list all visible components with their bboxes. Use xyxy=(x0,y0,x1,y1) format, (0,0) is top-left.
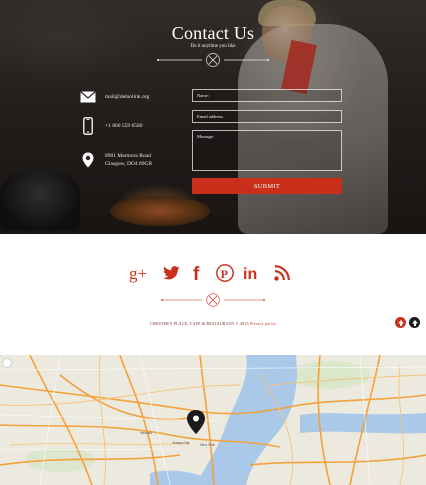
google-plus-icon[interactable]: g+ xyxy=(128,262,154,284)
linkedin-icon[interactable]: in xyxy=(242,262,266,284)
privacy-policy-link[interactable]: Privacy policy xyxy=(250,321,276,326)
address-line-2: Glasgow, DO4 89GR xyxy=(105,161,153,167)
map-pin-icon xyxy=(79,152,97,168)
pinterest-icon[interactable]: P xyxy=(214,262,236,284)
map-label-newark: Newark xyxy=(140,431,152,435)
svg-text:in: in xyxy=(243,266,257,283)
submit-button[interactable]: SUBMIT xyxy=(192,178,342,194)
email-field[interactable]: Email address: xyxy=(192,110,342,123)
ornament-divider xyxy=(157,53,269,67)
page-title: Contact Us xyxy=(171,23,255,43)
twitter-icon[interactable] xyxy=(160,262,182,284)
facebook-icon[interactable]: f xyxy=(190,262,206,284)
contact-phone: +1 800 559 6580 xyxy=(105,123,143,129)
scroll-up-button[interactable] xyxy=(395,317,406,328)
message-field[interactable]: Message: xyxy=(192,130,342,171)
location-map[interactable]: Newark Jersey City New York xyxy=(0,355,426,485)
svg-text:P: P xyxy=(221,267,228,281)
arrow-up-icon xyxy=(411,319,418,326)
envelope-icon xyxy=(79,91,97,103)
name-field[interactable]: Name: xyxy=(192,89,342,102)
address-line-1: 8901 Marmora Road xyxy=(105,153,151,159)
contact-email-row: mail@demolink.org xyxy=(79,87,149,107)
contact-phone-row: +1 800 559 6580 xyxy=(79,116,142,136)
arrow-up-icon xyxy=(397,319,404,326)
contact-address: 8901 Marmora Road Glasgow, DO4 89GR xyxy=(105,152,152,168)
footer-ornament-divider xyxy=(161,293,265,307)
smartphone-icon xyxy=(79,117,97,135)
map-label-new-york: New York xyxy=(200,443,215,447)
map-canvas xyxy=(0,355,426,485)
map-zoom-control[interactable] xyxy=(2,358,12,368)
svg-text:g+: g+ xyxy=(129,264,147,283)
contact-hero: Contact Us Do it anytime you like mail@d… xyxy=(0,0,426,234)
back-to-top-button[interactable] xyxy=(409,317,420,328)
social-links: g+ f P in xyxy=(0,262,426,284)
contact-email-link[interactable]: mail@demolink.org xyxy=(105,93,149,101)
rss-icon[interactable] xyxy=(272,262,292,284)
page-subtitle: Do it anytime you like xyxy=(190,44,236,49)
copyright-text: CHESTER'S PLACE, CAFE & RESTAURANT © 201… xyxy=(149,321,249,326)
footer-copyright: CHESTER'S PLACE, CAFE & RESTAURANT © 201… xyxy=(0,321,426,326)
svg-text:f: f xyxy=(193,264,200,283)
contact-address-row: 8901 Marmora Road Glasgow, DO4 89GR xyxy=(79,150,152,170)
map-label-jersey-city: Jersey City xyxy=(172,441,190,445)
